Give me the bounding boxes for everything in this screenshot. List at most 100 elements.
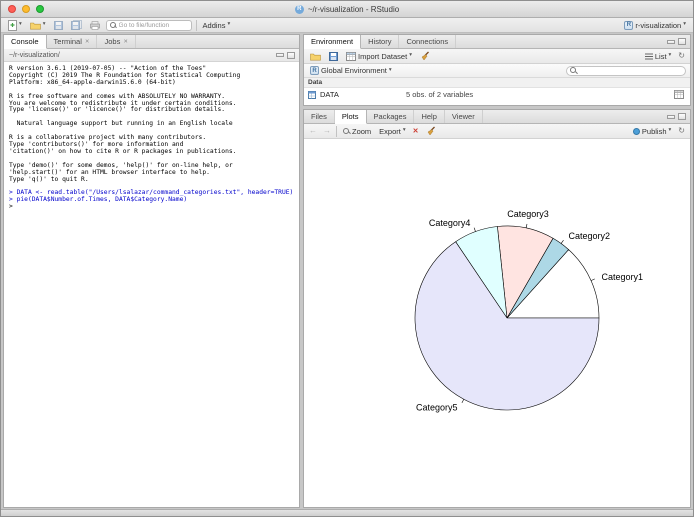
close-window-button[interactable] <box>8 5 16 13</box>
tab-viewer[interactable]: Viewer <box>445 110 483 123</box>
previous-plot-button[interactable]: ← <box>308 127 318 135</box>
tab-label: Files <box>311 112 327 121</box>
tab-terminal[interactable]: Terminal ✕ <box>47 35 98 48</box>
next-plot-button[interactable]: → <box>322 127 332 135</box>
rstudio-window: R ~/r-visualization - RStudio ▾ ▾ Addins <box>0 0 694 517</box>
tab-console[interactable]: Console <box>4 35 47 49</box>
tab-label: Viewer <box>451 112 475 121</box>
list-view-menu[interactable]: List ▾ <box>643 51 673 62</box>
tab-label: History <box>368 37 392 46</box>
environment-search-box[interactable] <box>566 65 686 76</box>
pie-label: Category3 <box>507 209 549 219</box>
minimize-pane-icon[interactable] <box>667 39 675 44</box>
print-button[interactable] <box>88 20 102 31</box>
open-folder-icon <box>29 22 41 29</box>
zoom-plot-button[interactable]: Zoom <box>341 126 373 137</box>
view-data-button[interactable] <box>672 89 686 100</box>
environment-search-input[interactable] <box>579 67 679 74</box>
rstudio-logo-icon: R <box>294 4 304 14</box>
goto-file-input[interactable] <box>118 21 189 29</box>
new-file-icon <box>8 19 17 31</box>
table-icon <box>346 51 356 61</box>
plots-pane: Files Plots Packages Help Viewer ← → Zoo… <box>303 109 691 508</box>
publish-plot-menu[interactable]: Publish ▾ <box>631 126 673 137</box>
maximize-pane-icon[interactable] <box>678 38 686 45</box>
tab-label: Jobs <box>104 37 121 46</box>
console-input-line: > pie(DATA$Number.of.Times, DATA$Categor… <box>9 196 188 204</box>
close-icon[interactable]: ✕ <box>85 39 90 45</box>
tab-help[interactable]: Help <box>414 110 445 123</box>
maximize-pane-icon[interactable] <box>287 51 295 59</box>
environment-object-row[interactable]: DATA 5 obs. of 2 variables <box>304 88 690 101</box>
open-file-button[interactable]: ▾ <box>28 20 48 31</box>
import-dataset-button[interactable]: Import Dataset ▾ <box>344 51 414 62</box>
save-workspace-button[interactable] <box>327 51 340 62</box>
global-environment-label: Global Environment <box>321 66 387 75</box>
tab-plots[interactable]: Plots <box>334 110 367 124</box>
object-name[interactable]: DATA <box>320 90 402 99</box>
plots-tabbar: Files Plots Packages Help Viewer <box>304 110 690 124</box>
chevron-down-icon: ▾ <box>227 21 231 28</box>
object-value: 5 obs. of 2 variables <box>406 90 474 99</box>
broom-icon <box>421 51 429 61</box>
load-workspace-button[interactable] <box>308 51 323 62</box>
pane-window-buttons <box>276 51 299 59</box>
tab-packages[interactable]: Packages <box>367 110 415 123</box>
tab-environment[interactable]: Environment <box>304 35 362 49</box>
pie-label-tick <box>473 227 476 232</box>
pane-window-buttons <box>667 110 690 123</box>
list-view-label: List <box>654 51 667 61</box>
minimize-pane-icon[interactable] <box>276 53 284 57</box>
console-line: Platform: x86_64-apple-darwin15.6.0 (64-… <box>9 78 176 86</box>
minimize-window-button[interactable] <box>22 5 30 13</box>
tab-files[interactable]: Files <box>304 110 335 123</box>
tab-connections[interactable]: Connections <box>399 35 457 48</box>
view-table-icon <box>674 90 684 99</box>
zoom-label: Zoom <box>352 126 372 136</box>
goto-file-box[interactable] <box>105 19 192 31</box>
clear-environment-button[interactable] <box>418 50 432 62</box>
plot-area: Category1 Category2 Category3 Category4 Cate… <box>304 139 690 507</box>
global-environment-menu[interactable]: R Global Environment ▾ <box>308 65 394 76</box>
refresh-environment-button[interactable]: ↻ <box>677 52 686 60</box>
pie-label-tick <box>590 278 595 281</box>
console-pane: Console Terminal ✕ Jobs ✕ ~/r-visualizat… <box>3 34 300 508</box>
tab-label: Help <box>421 112 437 121</box>
toolbar-separator <box>336 125 337 137</box>
environment-pane: Environment History Connections Import D… <box>303 34 691 106</box>
console-line: Natural language support but running in … <box>9 120 233 128</box>
maximize-pane-icon[interactable] <box>678 113 686 120</box>
titlebar[interactable]: R ~/r-visualization - RStudio <box>1 1 693 18</box>
save-button[interactable] <box>52 20 65 31</box>
tab-history[interactable]: History <box>361 35 400 48</box>
tab-jobs[interactable]: Jobs ✕ <box>97 35 136 48</box>
broom-icon <box>427 126 435 136</box>
export-label: Export <box>379 126 401 136</box>
window-title-group: R ~/r-visualization - RStudio <box>294 4 399 14</box>
project-menu[interactable]: R r-visualization ▾ <box>622 20 688 31</box>
open-folder-icon <box>310 53 321 60</box>
pane-window-buttons <box>667 35 690 48</box>
clear-plots-button[interactable] <box>424 125 438 137</box>
addins-menu[interactable]: Addins ▾ <box>201 20 233 31</box>
data-section-label: Data <box>308 79 323 86</box>
minimize-pane-icon[interactable] <box>667 114 675 119</box>
zoom-window-button[interactable] <box>36 5 44 13</box>
publish-icon <box>632 127 640 135</box>
remove-plot-button[interactable]: ✕ <box>412 128 420 135</box>
workspace: Console Terminal ✕ Jobs ✕ ~/r-visualizat… <box>1 33 693 509</box>
console-output[interactable]: R version 3.6.1 (2019-07-05) -- "Action … <box>4 62 299 507</box>
traffic-lights <box>8 5 44 13</box>
refresh-plot-button[interactable]: ↻ <box>677 127 686 135</box>
save-icon <box>329 51 338 61</box>
close-icon[interactable]: ✕ <box>123 39 128 45</box>
search-icon <box>109 21 117 29</box>
chevron-down-icon: ▾ <box>409 52 412 59</box>
tab-label: Terminal <box>53 37 82 46</box>
plots-toolbar: ← → Zoom Export ▾ ✕ Publish ▾ ↻ <box>304 124 690 139</box>
environment-body <box>304 101 690 105</box>
new-file-button[interactable]: ▾ <box>6 19 24 32</box>
working-directory[interactable]: ~/r-visualization/ <box>9 52 60 59</box>
save-all-button[interactable] <box>69 19 84 31</box>
export-plot-menu[interactable]: Export ▾ <box>377 126 407 137</box>
